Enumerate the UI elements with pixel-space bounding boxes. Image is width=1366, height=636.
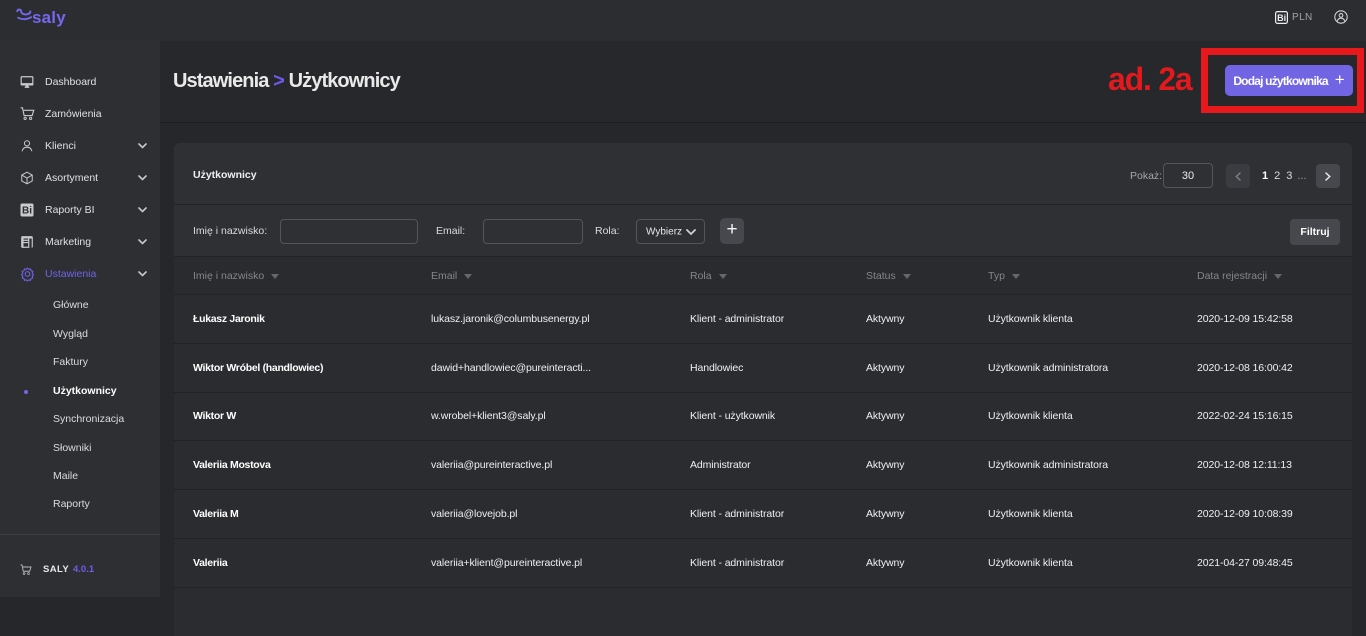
svg-text:Bi: Bi bbox=[22, 206, 32, 217]
svg-text:Bi: Bi bbox=[1277, 13, 1286, 23]
